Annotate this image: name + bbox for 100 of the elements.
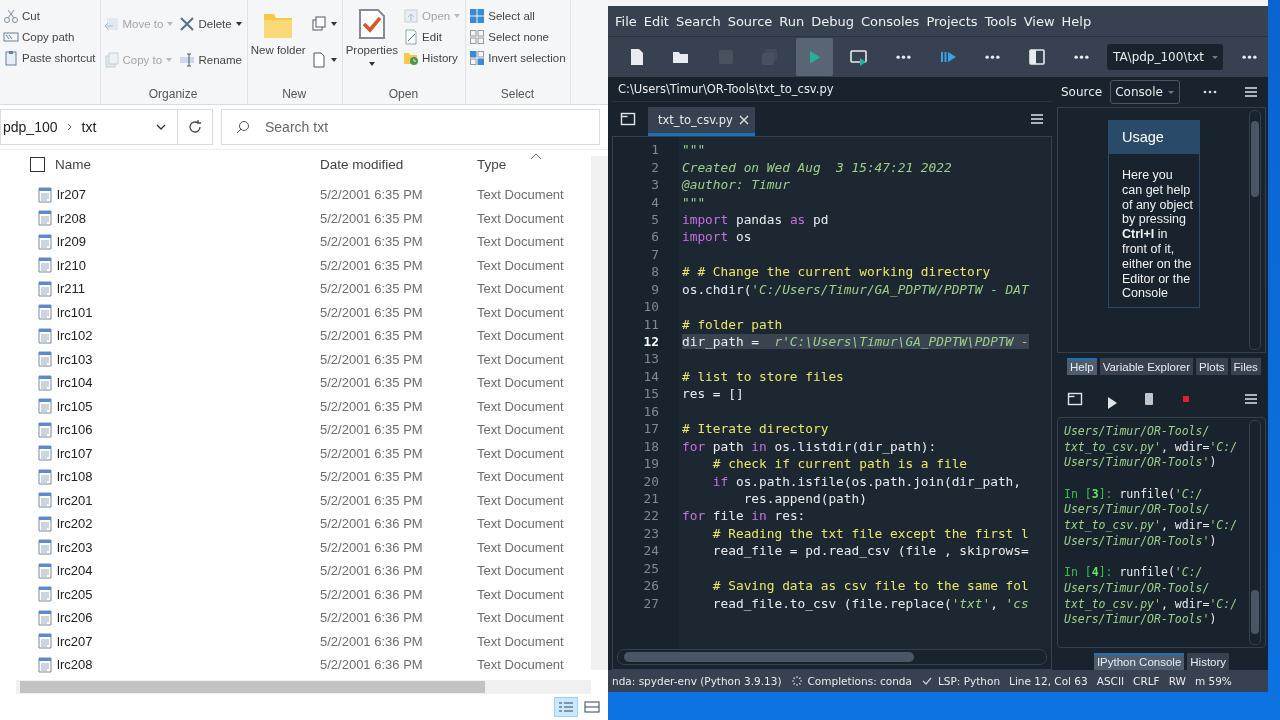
- date-cell-text: 5/2/2001 6:35 PM: [320, 328, 424, 344]
- pane-tab[interactable]: History: [1187, 653, 1230, 670]
- file-name[interactable]: lr209: [57, 234, 320, 250]
- type-cell-text: Text Document: [477, 657, 565, 673]
- menu-item[interactable]: View: [1023, 13, 1055, 29]
- file-name[interactable]: lr207: [57, 187, 320, 203]
- file-name[interactable]: lrc205: [57, 586, 320, 602]
- menu-item[interactable]: Search: [675, 13, 721, 29]
- file-name[interactable]: lrc106: [57, 422, 320, 438]
- file-name[interactable]: lrc105: [57, 398, 320, 414]
- ribbon-button[interactable]: Copy path: [2, 27, 97, 47]
- file-name[interactable]: lrc206: [57, 610, 320, 626]
- file-name[interactable]: lr210: [57, 257, 320, 273]
- menu-item[interactable]: Help: [1061, 13, 1092, 29]
- editor-tab[interactable]: txt_to_csv.py: [648, 107, 755, 136]
- search-field[interactable]: Search txt: [221, 109, 600, 145]
- type-cell-text: Text Document: [477, 398, 565, 414]
- working-directory-combobox[interactable]: TA\pdp_100\txt: [1107, 44, 1224, 70]
- text-file-icon: [38, 351, 52, 368]
- close-icon[interactable]: [738, 115, 749, 125]
- column-header[interactable]: Type: [477, 156, 591, 172]
- details-view-button[interactable]: [554, 697, 578, 717]
- file-name[interactable]: lrc203: [57, 539, 320, 555]
- ribbon-button[interactable]: Invert selection: [468, 48, 567, 68]
- pane-icon: [1026, 47, 1047, 67]
- menu-item[interactable]: File: [615, 13, 637, 29]
- file-name[interactable]: lr211: [57, 281, 320, 297]
- ribbon-button[interactable]: Cut: [2, 6, 97, 26]
- menu-item[interactable]: Source: [727, 13, 773, 29]
- status-text: Completions: conda: [807, 675, 912, 687]
- type-cell-text: Text Document: [477, 610, 565, 626]
- pane-tab[interactable]: Files: [1230, 358, 1261, 375]
- ribbon-button[interactable]: History: [402, 48, 463, 68]
- text-file-icon: [38, 586, 52, 603]
- file-name[interactable]: lr208: [57, 210, 320, 226]
- toolbar-button[interactable]: [795, 38, 834, 76]
- vertical-scrollbar[interactable]: [1249, 420, 1261, 645]
- status-text: CRLF: [1133, 675, 1160, 687]
- browse-tabs-icon[interactable]: [620, 111, 636, 127]
- pane-tab[interactable]: IPython Console: [1093, 653, 1185, 670]
- text-file-icon: [38, 186, 52, 203]
- ribbon-button[interactable]: Properties: [344, 6, 400, 70]
- line-number: 24: [642, 543, 659, 559]
- menu-item[interactable]: Tools: [984, 13, 1017, 29]
- file-name[interactable]: lrc107: [57, 445, 320, 461]
- ribbon-button[interactable]: Delete: [178, 13, 244, 34]
- file-name[interactable]: lrc204: [57, 563, 320, 579]
- breadcrumb[interactable]: pdp_100: [3, 119, 58, 135]
- refresh-button[interactable]: [177, 109, 213, 145]
- menu-item[interactable]: Run: [779, 13, 805, 29]
- console-line: txt_to_csv.py', wdir='C:/: [1064, 518, 1238, 533]
- file-name[interactable]: lrc104: [57, 375, 320, 391]
- menu-item[interactable]: Edit: [643, 13, 669, 29]
- ribbon-button[interactable]: Rename: [178, 49, 244, 70]
- source-combobox[interactable]: Console: [1110, 80, 1180, 104]
- file-name[interactable]: lrc103: [57, 351, 320, 367]
- file-name[interactable]: lrc108: [57, 469, 320, 485]
- line-number: 12: [642, 334, 659, 350]
- text-file-icon: [38, 210, 52, 227]
- file-name[interactable]: lrc201: [57, 492, 320, 508]
- vertical-scrollbar[interactable]: [591, 156, 608, 670]
- menu-item[interactable]: Consoles: [861, 13, 920, 29]
- breadcrumb[interactable]: txt: [81, 119, 97, 135]
- ribbon-button[interactable]: Edit: [402, 27, 463, 47]
- file-name[interactable]: lrc102: [57, 328, 320, 344]
- select-all-checkbox[interactable]: [30, 156, 45, 172]
- pane-tab[interactable]: Help: [1067, 358, 1097, 375]
- file-name[interactable]: lrc101: [57, 304, 320, 320]
- ribbon-button[interactable]: [309, 13, 339, 34]
- checkmark-icon: [920, 675, 933, 687]
- menu-item[interactable]: Debug: [811, 13, 854, 29]
- horizontal-scrollbar[interactable]: [16, 680, 591, 694]
- file-name[interactable]: lrc207: [57, 633, 320, 649]
- text-file-icon: [38, 656, 52, 673]
- column-header[interactable]: Name: [55, 156, 320, 172]
- date-cell-text: 5/2/2001 6:36 PM: [320, 586, 424, 602]
- date-cell-text: 5/2/2001 6:35 PM: [320, 445, 424, 461]
- type-cell-text: Text Document: [477, 586, 565, 602]
- ribbon-button[interactable]: Paste shortcut: [2, 48, 97, 68]
- text-file-icon: [38, 445, 52, 462]
- menu-icon[interactable]: [1244, 393, 1258, 405]
- pane-tab[interactable]: Plots: [1196, 358, 1228, 375]
- pane-tab[interactable]: Variable Explorer: [1099, 358, 1193, 375]
- ribbon-button[interactable]: New folder: [249, 6, 307, 60]
- vertical-scrollbar[interactable]: [1249, 110, 1261, 350]
- file-name[interactable]: lrc208: [57, 657, 320, 673]
- more-icon[interactable]: [1201, 89, 1218, 95]
- horizontal-scrollbar[interactable]: [617, 649, 1047, 665]
- menu-icon[interactable]: [1244, 86, 1258, 98]
- usage-text: Here you can get help of any object by pressing Ctrl+I in front of it, either on the Editor or the Console: [1121, 167, 1194, 303]
- line-number: 11: [642, 316, 659, 332]
- file-name[interactable]: lrc202: [57, 516, 320, 532]
- ribbon-button[interactable]: Select none: [468, 27, 567, 47]
- column-header[interactable]: Date modified: [320, 156, 477, 172]
- menu-icon[interactable]: [1030, 113, 1044, 125]
- menu-item[interactable]: Projects: [926, 13, 978, 29]
- browse-tabs-icon[interactable]: [1067, 391, 1083, 407]
- text-file-icon: [38, 468, 52, 485]
- text-file-icon: [38, 421, 52, 438]
- ribbon-button[interactable]: Select all: [468, 6, 567, 26]
